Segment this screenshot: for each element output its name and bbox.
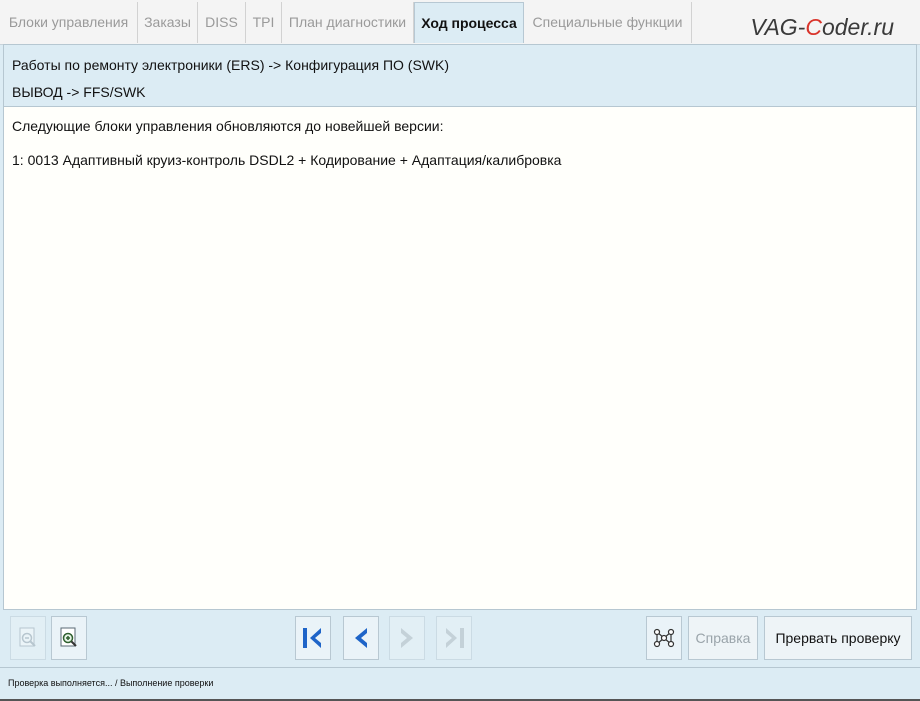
bottom-toolbar: Справка Прервать проверку [0, 612, 920, 664]
last-page-icon [446, 628, 464, 648]
zoom-out-button[interactable] [10, 616, 46, 660]
last-page-button[interactable] [436, 616, 472, 660]
tab-tpi[interactable]: TPI [246, 2, 282, 43]
zoom-in-icon [60, 627, 77, 647]
tab-control-units[interactable]: Блоки управления [0, 2, 138, 43]
process-path: Работы по ремонту электроники (ERS) -> К… [12, 57, 450, 73]
first-page-button[interactable] [295, 616, 331, 660]
chevron-right-icon [401, 628, 413, 648]
next-button[interactable] [389, 616, 425, 660]
zoom-out-icon [19, 627, 36, 647]
brand-watermark: VAG-Coder.ru [750, 14, 894, 40]
status-text: Проверка выполняется... / Выполнение про… [8, 678, 214, 688]
tab-orders[interactable]: Заказы [138, 2, 198, 43]
zoom-in-button[interactable] [51, 616, 87, 660]
tab-bar: Блоки управления Заказы DISS TPI План ди… [0, 0, 920, 45]
chevron-left-icon [355, 628, 367, 648]
help-button[interactable]: Справка [688, 616, 758, 660]
abort-check-button[interactable]: Прервать проверку [764, 616, 912, 660]
process-panel: Работы по ремонту электроники (ERS) -> К… [3, 44, 917, 610]
network-icon [653, 628, 675, 648]
update-intro: Следующие блоки управления обновляются д… [12, 118, 444, 134]
tab-diagnostic-plan[interactable]: План диагностики [282, 2, 414, 43]
process-output: ВЫВОД -> FFS/SWK [12, 84, 146, 100]
tab-process-progress[interactable]: Ход процесса [414, 2, 524, 43]
status-bar: Проверка выполняется... / Выполнение про… [0, 667, 920, 701]
tab-diss[interactable]: DISS [198, 2, 246, 43]
first-page-icon [303, 628, 321, 648]
network-button[interactable] [646, 616, 682, 660]
previous-button[interactable] [343, 616, 379, 660]
tab-special-functions[interactable]: Специальные функции [524, 2, 692, 43]
list-item: 1: 0013 Адаптивный круиз-контроль DSDL2 … [12, 152, 562, 168]
process-header: Работы по ремонту электроники (ERS) -> К… [4, 45, 916, 107]
